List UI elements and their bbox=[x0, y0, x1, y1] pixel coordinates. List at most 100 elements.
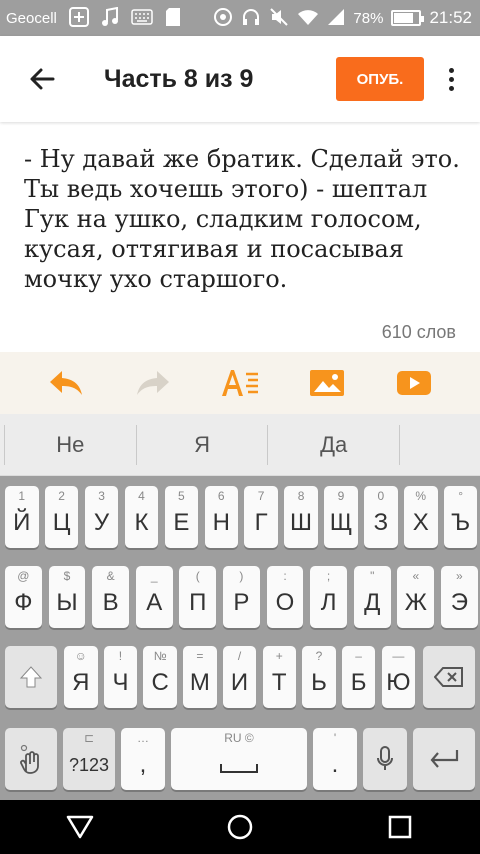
key-3[interactable]: № С bbox=[143, 646, 177, 708]
key-hint: + bbox=[275, 649, 283, 663]
key-1[interactable]: @ Ф bbox=[5, 566, 42, 628]
home-circle-icon[interactable] bbox=[220, 807, 260, 847]
key-hint: — bbox=[392, 649, 405, 663]
back-button[interactable] bbox=[22, 59, 62, 99]
key-hint: ( bbox=[195, 569, 200, 583]
key-3[interactable]: & В bbox=[92, 566, 129, 628]
comma-key-label: , bbox=[139, 751, 147, 778]
hand-gesture-icon bbox=[20, 744, 39, 774]
space-key[interactable]: RU © bbox=[171, 728, 307, 790]
back-triangle-icon[interactable] bbox=[60, 807, 100, 847]
key-label: Е bbox=[173, 509, 190, 536]
key-hint: 1 bbox=[18, 489, 26, 503]
key-label: Ч bbox=[112, 669, 129, 696]
numbers-key-label: ?123 bbox=[68, 754, 110, 775]
page-title: Часть 8 из 9 bbox=[104, 64, 254, 93]
key-hint: ☺ bbox=[74, 649, 87, 663]
more-options-icon[interactable] bbox=[436, 57, 466, 101]
key-hint: ; bbox=[326, 569, 331, 583]
key-4[interactable]: 4К bbox=[124, 486, 159, 548]
key-4[interactable]: _ А bbox=[135, 566, 173, 628]
key-5[interactable]: / И bbox=[222, 646, 257, 708]
key-8[interactable]: – Б bbox=[341, 646, 376, 708]
key-label: Л bbox=[320, 589, 337, 616]
format-toolbar bbox=[0, 352, 480, 414]
comma-key[interactable]: … , bbox=[121, 728, 165, 790]
key-7[interactable]: 7Г bbox=[244, 486, 278, 548]
key-9[interactable]: " Д bbox=[353, 566, 391, 628]
word-count: 610 слов bbox=[381, 322, 456, 342]
key-5[interactable]: (П bbox=[179, 566, 217, 628]
story-text-editor[interactable]: - Ну давай же братик. Сделай это. Ты вед… bbox=[24, 144, 464, 294]
key-hint: № bbox=[153, 649, 167, 663]
key-label: Ж bbox=[404, 589, 427, 616]
key-label: Ц bbox=[52, 509, 71, 536]
key-1[interactable]: 1Й bbox=[5, 486, 39, 548]
emoji-handwriting-key[interactable] bbox=[5, 728, 57, 790]
key-hint: 7 bbox=[257, 489, 265, 503]
key-label: Р bbox=[233, 589, 250, 616]
keyboard: Не Я Да ⊏ ?123 … , RU © ' . 1 Й 2 Ц 3 У … bbox=[0, 414, 480, 800]
suggestion-item[interactable]: Я bbox=[137, 432, 268, 458]
key-hint: / bbox=[237, 649, 242, 663]
key-4[interactable]: = М bbox=[183, 646, 217, 708]
publish-button[interactable]: ОПУБ. bbox=[336, 57, 424, 101]
key-12[interactable]: ° Ъ bbox=[443, 486, 478, 548]
key-11[interactable]: » Э bbox=[441, 566, 478, 628]
mute-icon bbox=[269, 7, 289, 30]
backspace-key[interactable] bbox=[423, 646, 475, 708]
key-hint: 0 bbox=[377, 489, 385, 503]
microphone-icon bbox=[377, 746, 393, 770]
voice-input-key[interactable] bbox=[363, 728, 407, 790]
key-7[interactable]: :О bbox=[266, 566, 304, 628]
app-bar: Часть 8 из 9 ОПУБ. bbox=[0, 36, 480, 122]
key-6[interactable]: ) Р bbox=[223, 566, 260, 628]
key-10[interactable]: 0З bbox=[364, 486, 398, 548]
undo-icon[interactable] bbox=[44, 361, 88, 405]
enter-key[interactable] bbox=[413, 728, 475, 790]
space-bar-icon bbox=[220, 764, 258, 773]
backspace-icon bbox=[434, 667, 463, 687]
navigation-bar bbox=[0, 800, 480, 854]
status-bar: Geocell 78% 21:52 bbox=[0, 0, 480, 36]
key-8[interactable]: 8Ш bbox=[284, 486, 318, 548]
key-label: Н bbox=[212, 509, 230, 536]
key-7[interactable]: ? Ь bbox=[302, 646, 336, 708]
key-8[interactable]: ; Л bbox=[310, 566, 347, 628]
key-6[interactable]: + Т bbox=[262, 646, 296, 708]
shift-key[interactable] bbox=[5, 646, 57, 708]
key-area: ⊏ ?123 … , RU © ' . 1Й2Ц3У4К5Е6Н7Г8Ш9Щ0З… bbox=[0, 476, 480, 800]
key-label: Щ bbox=[329, 509, 353, 536]
key-3[interactable]: 3У bbox=[84, 486, 119, 548]
key-1[interactable]: ☺ Я bbox=[64, 646, 98, 708]
period-key[interactable]: ' . bbox=[313, 728, 357, 790]
suggestion-divider bbox=[399, 424, 401, 465]
key-hint: $ bbox=[63, 569, 71, 583]
suggestion-item[interactable]: Да bbox=[268, 432, 399, 458]
redo-icon[interactable] bbox=[131, 361, 175, 405]
key-2[interactable]: 2Ц bbox=[44, 486, 79, 548]
key-label: Т bbox=[271, 669, 287, 696]
key-2[interactable]: ! Ч bbox=[103, 646, 138, 708]
key-11[interactable]: % Х bbox=[404, 486, 438, 548]
key-hint: 2 bbox=[58, 489, 65, 503]
key-hint: 3 bbox=[98, 489, 105, 503]
image-icon[interactable] bbox=[305, 361, 349, 405]
shift-arrow-icon bbox=[19, 666, 43, 688]
recents-square-icon[interactable] bbox=[380, 807, 420, 847]
numbers-key[interactable]: ⊏ ?123 bbox=[63, 728, 115, 790]
keyboard-icon bbox=[131, 8, 153, 28]
signal-icon bbox=[327, 8, 345, 29]
key-9[interactable]: — Ю bbox=[381, 646, 416, 708]
key-10[interactable]: «Ж bbox=[397, 566, 435, 628]
key-6[interactable]: 6Н bbox=[204, 486, 238, 548]
key-2[interactable]: $ Ы bbox=[48, 566, 86, 628]
key-9[interactable]: 9Щ bbox=[324, 486, 358, 548]
key-label: Я bbox=[72, 669, 90, 696]
key-5[interactable]: 5Е bbox=[164, 486, 199, 548]
key-label: Ш bbox=[290, 509, 313, 536]
key-label: С bbox=[151, 669, 169, 696]
suggestion-item[interactable]: Не bbox=[5, 432, 136, 458]
text-format-icon[interactable] bbox=[218, 361, 262, 405]
video-icon[interactable] bbox=[392, 361, 436, 405]
